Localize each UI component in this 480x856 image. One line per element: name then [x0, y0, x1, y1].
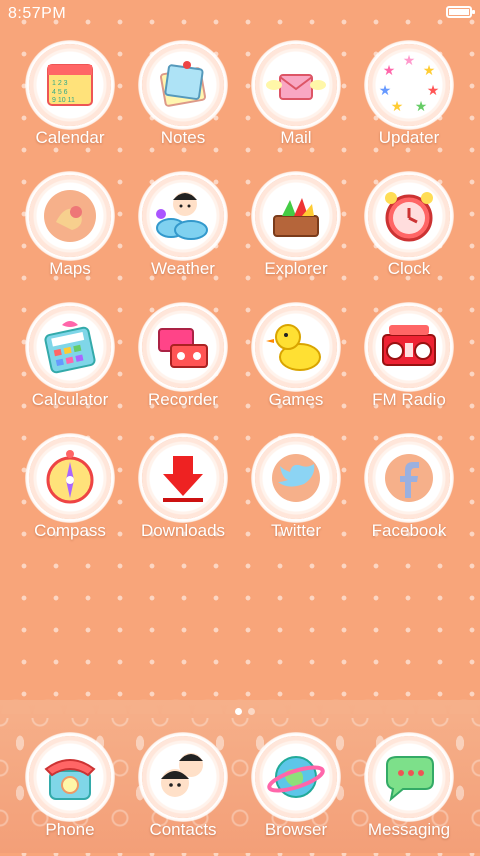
app-label: Downloads: [140, 521, 226, 540]
app-contacts[interactable]: Contacts: [126, 730, 240, 856]
svg-text:★: ★: [423, 63, 436, 79]
app-label: Browser: [264, 820, 328, 839]
app-label: Phone: [45, 820, 95, 839]
app-label: Contacts: [149, 820, 217, 839]
app-weather[interactable]: Weather: [126, 169, 240, 295]
fm-radio-icon: [362, 300, 456, 394]
updater-icon: ★ ★ ★ ★ ★ ★ ★: [362, 38, 456, 132]
svg-text:★: ★: [415, 99, 428, 115]
svg-text:4 5 6: 4 5 6: [52, 89, 68, 96]
app-updater[interactable]: ★ ★ ★ ★ ★ ★ ★ Updater: [352, 38, 466, 164]
app-phone[interactable]: Phone: [13, 730, 127, 856]
svg-text:★: ★: [403, 53, 416, 69]
recorder-icon: [136, 300, 230, 394]
app-label: Clock: [387, 259, 431, 278]
app-label: FM Radio: [372, 390, 446, 409]
notes-icon: [136, 38, 230, 132]
app-label: Maps: [49, 259, 91, 278]
app-label: Compass: [34, 521, 106, 540]
mail-icon: [249, 38, 343, 132]
app-games[interactable]: Games: [239, 300, 353, 426]
messaging-icon: [362, 730, 456, 824]
app-notes[interactable]: Notes: [126, 38, 240, 164]
app-label: Recorder: [148, 390, 218, 409]
svg-text:9 10 11: 9 10 11: [52, 97, 75, 104]
app-label: Twitter: [270, 521, 322, 540]
contacts-icon: [136, 730, 230, 824]
browser-icon: [249, 730, 343, 824]
app-label: Updater: [378, 128, 440, 147]
app-label: Messaging: [367, 820, 451, 839]
app-label: Mail: [280, 128, 312, 147]
app-explorer[interactable]: Explorer: [239, 169, 353, 295]
app-facebook[interactable]: Facebook: [352, 431, 466, 557]
weather-icon: [136, 169, 230, 263]
downloads-icon: [136, 431, 230, 525]
app-label: Explorer: [264, 259, 328, 278]
app-mail[interactable]: Mail: [239, 38, 353, 164]
app-label: Calculator: [31, 390, 109, 409]
page-dot[interactable]: [248, 708, 255, 715]
app-twitter[interactable]: Twitter: [239, 431, 353, 557]
status-bar: 8:57PM: [0, 0, 480, 28]
app-clock[interactable]: Clock: [352, 169, 466, 295]
app-label: Notes: [160, 128, 206, 147]
app-calculator[interactable]: Calculator: [13, 300, 127, 426]
app-label: Games: [268, 390, 324, 409]
phone-icon: [23, 730, 117, 824]
app-fm-radio[interactable]: FM Radio: [352, 300, 466, 426]
clock-icon: [362, 169, 456, 263]
page-dot-active[interactable]: [235, 708, 242, 715]
svg-text:★: ★: [427, 83, 440, 99]
calculator-icon: [23, 300, 117, 394]
app-messaging[interactable]: Messaging: [352, 730, 466, 856]
page-indicator: [232, 702, 258, 720]
svg-text:★: ★: [391, 99, 404, 115]
app-maps[interactable]: Maps: [13, 169, 127, 295]
app-calendar[interactable]: 1 2 3 4 5 69 10 11 Calendar: [13, 38, 127, 164]
app-label: Weather: [151, 259, 215, 278]
games-icon: [249, 300, 343, 394]
svg-text:★: ★: [379, 83, 392, 99]
compass-icon: [23, 431, 117, 525]
battery-icon: [446, 6, 475, 18]
svg-text:★: ★: [383, 63, 396, 79]
twitter-icon: [249, 431, 343, 525]
facebook-icon: [362, 431, 456, 525]
app-label: Facebook: [371, 521, 447, 540]
calendar-icon: 1 2 3 4 5 69 10 11: [23, 38, 117, 132]
app-downloads[interactable]: Downloads: [126, 431, 240, 557]
app-label: Calendar: [35, 128, 105, 147]
status-time: 8:57PM: [8, 5, 67, 22]
app-compass[interactable]: Compass: [13, 431, 127, 557]
explorer-icon: [249, 169, 343, 263]
app-recorder[interactable]: Recorder: [126, 300, 240, 426]
svg-text:1 2 3: 1 2 3: [52, 80, 68, 87]
maps-icon: [23, 169, 117, 263]
app-browser[interactable]: Browser: [239, 730, 353, 856]
